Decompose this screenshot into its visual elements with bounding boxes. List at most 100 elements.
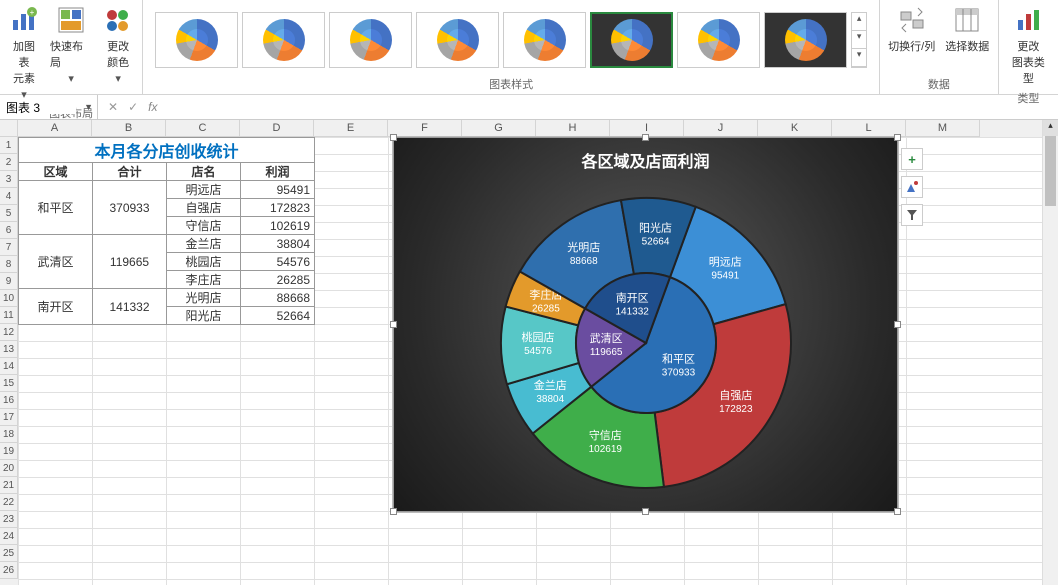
row-header[interactable]: 25 — [0, 545, 18, 562]
chart-object[interactable]: 各区域及店面利润 明远店95491自强店172823守信店102619金兰店38… — [393, 137, 898, 512]
quick-layout-button[interactable]: 快速布局▾ — [48, 2, 94, 87]
row-header[interactable]: 3 — [0, 171, 18, 188]
cell-profit[interactable]: 95491 — [241, 181, 315, 199]
vertical-scrollbar[interactable]: ▴ — [1042, 120, 1058, 585]
style-thumb[interactable] — [764, 12, 847, 68]
row-header[interactable]: 4 — [0, 188, 18, 205]
chart-title[interactable]: 各区域及店面利润 — [394, 138, 897, 176]
cell-profit[interactable]: 172823 — [241, 199, 315, 217]
cell-total[interactable]: 119665 — [93, 235, 167, 289]
row-header[interactable]: 2 — [0, 154, 18, 171]
cell-region[interactable]: 武清区 — [19, 235, 93, 289]
cell-total[interactable]: 141332 — [93, 289, 167, 325]
col-header[interactable]: M — [906, 120, 980, 137]
col-header[interactable]: K — [758, 120, 832, 137]
style-thumb[interactable] — [503, 12, 586, 68]
cell-profit[interactable]: 54576 — [241, 253, 315, 271]
cell-store[interactable]: 桃园店 — [167, 253, 241, 271]
svg-text:26285: 26285 — [531, 304, 559, 315]
style-thumb[interactable] — [590, 12, 673, 68]
row-header[interactable]: 18 — [0, 426, 18, 443]
col-header[interactable]: D — [240, 120, 314, 137]
cell-region[interactable]: 和平区 — [19, 181, 93, 235]
row-header[interactable]: 9 — [0, 273, 18, 290]
name-box[interactable]: ▼ — [0, 95, 98, 119]
col-header[interactable]: B — [92, 120, 166, 137]
row-header[interactable]: 20 — [0, 460, 18, 477]
col-header[interactable]: J — [684, 120, 758, 137]
row-header[interactable]: 17 — [0, 409, 18, 426]
cell-region[interactable]: 南开区 — [19, 289, 93, 325]
chart-styles-button[interactable] — [901, 176, 923, 198]
change-colors-button[interactable]: 更改 颜色▾ — [100, 2, 136, 87]
row-header[interactable]: 13 — [0, 341, 18, 358]
worksheet[interactable]: 1234567891011121314151617181920212223242… — [0, 120, 1058, 585]
switch-row-col-button[interactable]: 切换行/列 — [886, 2, 937, 56]
cell-profit[interactable]: 38804 — [241, 235, 315, 253]
row-header[interactable]: 10 — [0, 290, 18, 307]
table-row: 和平区370933明远店95491 — [19, 181, 315, 199]
cell-profit[interactable]: 88668 — [241, 289, 315, 307]
change-chart-type-button[interactable]: 更改 图表类型 — [1005, 2, 1052, 88]
row-header[interactable]: 24 — [0, 528, 18, 545]
row-header[interactable]: 6 — [0, 222, 18, 239]
chart-filter-button[interactable] — [901, 204, 923, 226]
row-header[interactable]: 7 — [0, 239, 18, 256]
row-header[interactable]: 23 — [0, 511, 18, 528]
svg-text:金兰店: 金兰店 — [533, 378, 566, 392]
gallery-expand[interactable]: ▴▾▾ — [851, 12, 867, 68]
col-header[interactable]: H — [536, 120, 610, 137]
row-header[interactable]: 16 — [0, 392, 18, 409]
row-header[interactable] — [0, 120, 18, 137]
cell-profit[interactable]: 52664 — [241, 307, 315, 325]
select-data-button[interactable]: 选择数据 — [943, 2, 991, 56]
cell-store[interactable]: 守信店 — [167, 217, 241, 235]
name-box-input[interactable] — [6, 100, 76, 114]
add-chart-element-button[interactable]: + 加图表 元素▾ — [6, 2, 42, 103]
cell-store[interactable]: 李庄店 — [167, 271, 241, 289]
change-type-icon — [1012, 4, 1044, 36]
row-header[interactable]: 19 — [0, 443, 18, 460]
row-header[interactable]: 1 — [0, 137, 18, 154]
col-header[interactable]: C — [166, 120, 240, 137]
table-title: 本月各分店创收统计 — [19, 138, 315, 163]
col-header[interactable]: F — [388, 120, 462, 137]
col-header[interactable]: A — [18, 120, 92, 137]
style-thumb[interactable] — [416, 12, 499, 68]
row-header[interactable]: 26 — [0, 562, 18, 579]
chevron-down-icon[interactable]: ▼ — [84, 102, 93, 112]
table-row: 武清区119665金兰店38804 — [19, 235, 315, 253]
col-header[interactable]: G — [462, 120, 536, 137]
row-header[interactable]: 22 — [0, 494, 18, 511]
add-element-icon: + — [8, 4, 40, 36]
cell-grid[interactable]: ABCDEFGHIJKLM 本月各分店创收统计 区域 合计 店名 利润 和平区3… — [18, 120, 1058, 585]
cell-profit[interactable]: 102619 — [241, 217, 315, 235]
col-header[interactable]: E — [314, 120, 388, 137]
style-thumb[interactable] — [242, 12, 325, 68]
cell-store[interactable]: 明远店 — [167, 181, 241, 199]
cell-store[interactable]: 自强店 — [167, 199, 241, 217]
cell-store[interactable]: 金兰店 — [167, 235, 241, 253]
cell-store[interactable]: 阳光店 — [167, 307, 241, 325]
ribbon-group-data: 切换行/列 选择数据 数据 — [880, 0, 999, 94]
ribbon-group-styles: ▴▾▾ 图表样式 — [143, 0, 880, 94]
cell-profit[interactable]: 26285 — [241, 271, 315, 289]
row-header[interactable]: 15 — [0, 375, 18, 392]
style-thumb[interactable] — [155, 12, 238, 68]
row-header[interactable]: 21 — [0, 477, 18, 494]
style-thumb[interactable] — [677, 12, 760, 68]
th-total: 合计 — [93, 163, 167, 181]
row-header[interactable]: 8 — [0, 256, 18, 273]
row-header[interactable]: 12 — [0, 324, 18, 341]
row-header[interactable]: 14 — [0, 358, 18, 375]
sunburst-chart[interactable]: 明远店95491自强店172823守信店102619金兰店38804桃园店545… — [486, 183, 806, 503]
row-header[interactable]: 5 — [0, 205, 18, 222]
style-thumb[interactable] — [329, 12, 412, 68]
confirm-formula[interactable]: ✓ — [128, 100, 138, 114]
fx-label[interactable]: fx — [148, 100, 157, 114]
cancel-formula[interactable]: ✕ — [108, 100, 118, 114]
row-header[interactable]: 11 — [0, 307, 18, 324]
cell-total[interactable]: 370933 — [93, 181, 167, 235]
chart-elements-button[interactable]: + — [901, 148, 923, 170]
cell-store[interactable]: 光明店 — [167, 289, 241, 307]
